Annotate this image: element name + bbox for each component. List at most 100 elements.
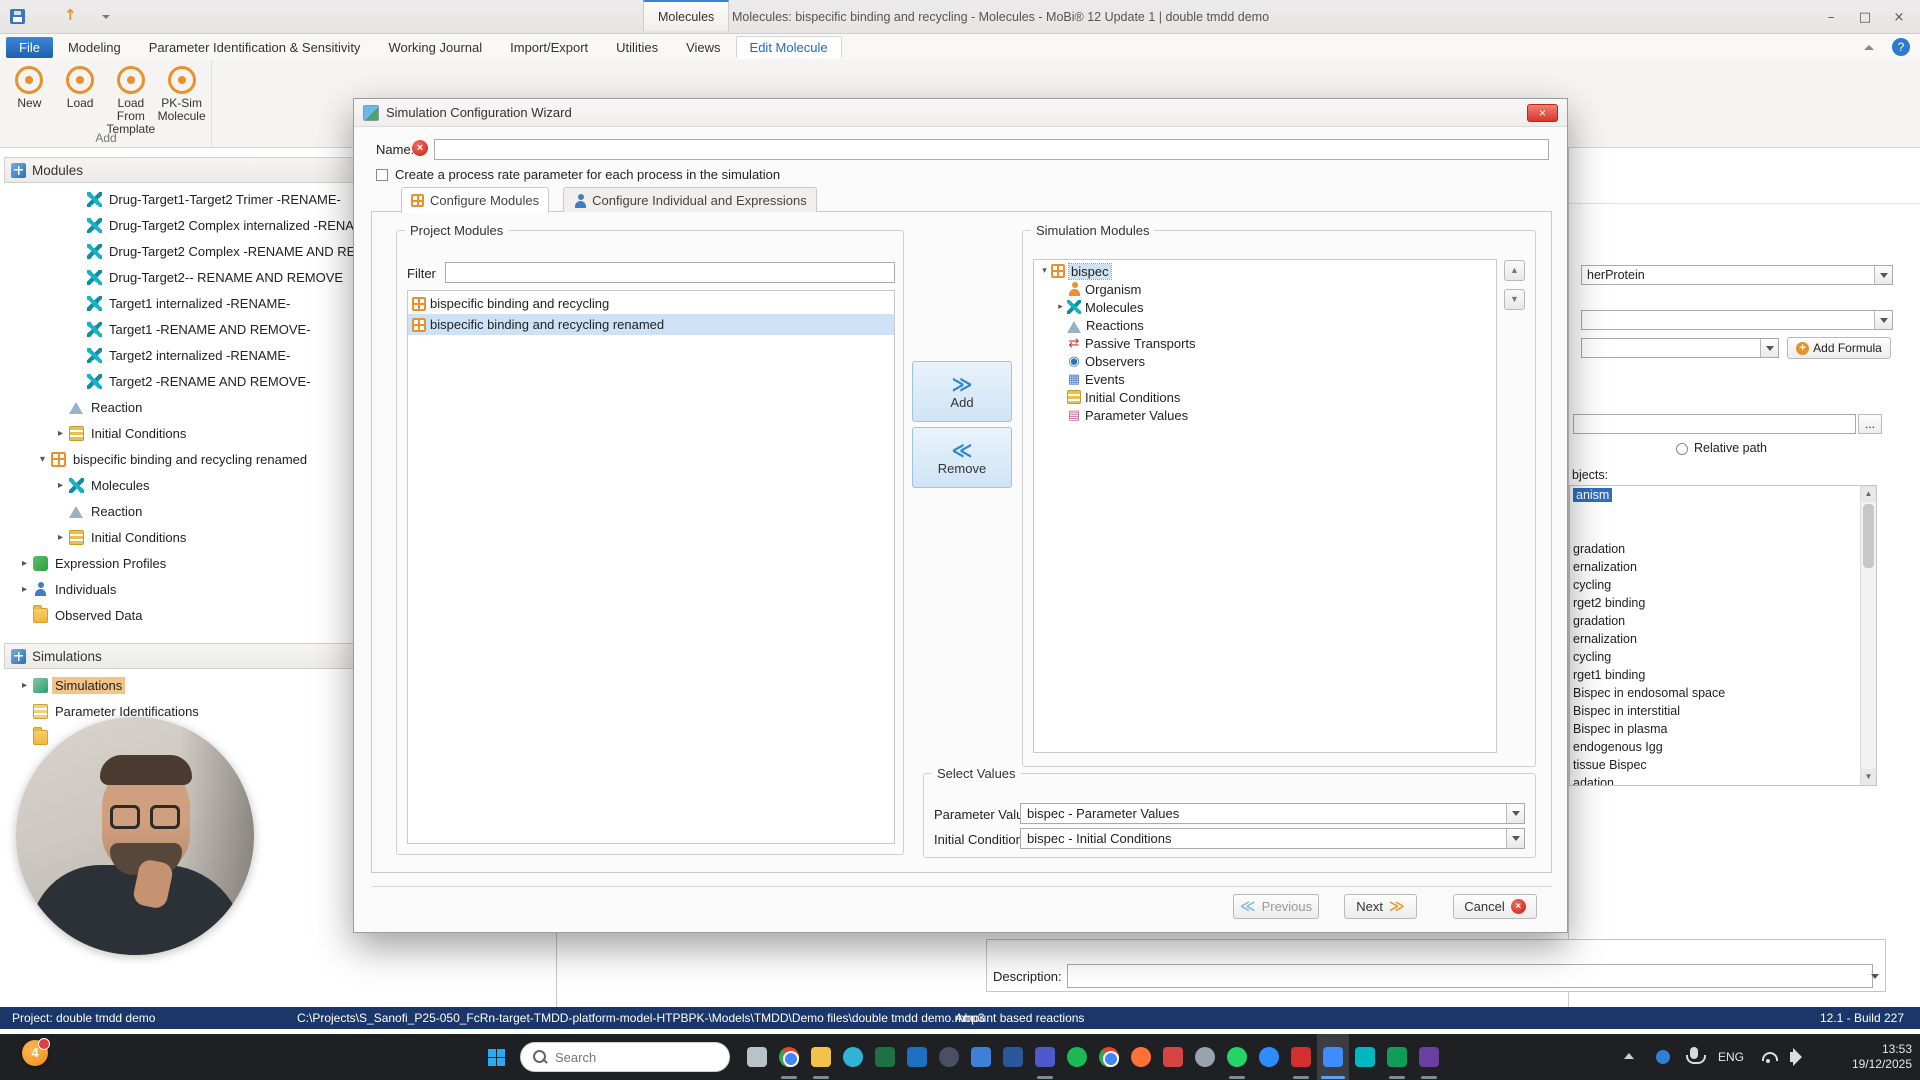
document-tab-molecules[interactable]: Molecules	[643, 0, 729, 31]
object-item-bispec-in-plasma[interactable]: Bispec in plasma	[1570, 720, 1876, 738]
formula-dropdown[interactable]	[1581, 338, 1779, 358]
object-item-ernalization[interactable]: ernalization	[1570, 558, 1876, 576]
windows-start-icon[interactable]	[488, 1049, 505, 1066]
whatsapp-taskbar-button[interactable]	[1221, 1034, 1253, 1080]
object-item-blank[interactable]	[1570, 504, 1876, 522]
scroll-down-icon[interactable]: ▼	[1861, 769, 1876, 785]
word-taskbar-button[interactable]	[997, 1034, 1029, 1080]
chevron-down-icon[interactable]	[1506, 829, 1524, 848]
load-button[interactable]: Load	[55, 66, 106, 110]
purple-app-taskbar-button[interactable]	[1413, 1034, 1445, 1080]
tray-chevron-up-icon[interactable]	[1624, 1053, 1634, 1059]
empty-dropdown[interactable]	[1581, 310, 1893, 330]
menu-tab-working-journal[interactable]: Working Journal	[375, 37, 495, 58]
next-button[interactable]: Next ≫	[1344, 894, 1417, 919]
protein-dropdown[interactable]: herProtein	[1581, 265, 1893, 285]
expander-icon[interactable]: ▸	[52, 480, 69, 491]
filter-input[interactable]	[445, 262, 895, 283]
help-icon[interactable]: ?	[1892, 38, 1910, 56]
project-module-bispecific-binding-and-recycling[interactable]: bispecific binding and recycling	[408, 293, 894, 314]
object-item-ernalization[interactable]: ernalization	[1570, 630, 1876, 648]
sim-module-observers[interactable]: ◉Observers	[1034, 352, 1496, 370]
chevron-down-icon[interactable]	[1874, 266, 1892, 284]
name-input[interactable]	[434, 139, 1549, 160]
menu-tab-import-export[interactable]: Import/Export	[497, 37, 601, 58]
dialog-titlebar[interactable]: Simulation Configuration Wizard	[354, 99, 1567, 127]
object-item-bispec-in-endosomal-space[interactable]: Bispec in endosomal space	[1570, 684, 1876, 702]
dialog-close-button[interactable]: ×	[1527, 104, 1558, 122]
firefox-taskbar-button[interactable]	[1125, 1034, 1157, 1080]
add-formula-button[interactable]: + Add Formula	[1787, 337, 1891, 359]
tab-configure-modules[interactable]: Configure Modules	[401, 187, 549, 213]
previous-button[interactable]: ≪ Previous	[1233, 894, 1319, 919]
sheets-taskbar-button[interactable]	[1381, 1034, 1413, 1080]
chevron-down-icon[interactable]	[1871, 974, 1879, 979]
taskbar-search[interactable]	[520, 1042, 730, 1072]
wifi-icon[interactable]	[1760, 1051, 1776, 1063]
teams-taskbar-button[interactable]	[1029, 1034, 1061, 1080]
edge-taskbar-button[interactable]	[837, 1034, 869, 1080]
initial-conditions-dropdown[interactable]: bispec - Initial Conditions	[1020, 828, 1525, 849]
acrobat-taskbar-button[interactable]	[1285, 1034, 1317, 1080]
project-module-bispecific-binding-and-recycling-renamed[interactable]: bispecific binding and recycling renamed	[408, 314, 894, 335]
expander-icon[interactable]: ▸	[52, 532, 69, 543]
sim-module-events[interactable]: ▦Events	[1034, 370, 1496, 388]
photos-taskbar-button[interactable]	[1349, 1034, 1381, 1080]
add-modules-button[interactable]: ≫ Add	[912, 361, 1012, 422]
todo-taskbar-button[interactable]	[965, 1034, 997, 1080]
cancel-button[interactable]: Cancel ×	[1453, 894, 1537, 919]
outlook-taskbar-button[interactable]	[901, 1034, 933, 1080]
expander-icon[interactable]: ▸	[52, 428, 69, 439]
menu-tab-utilities[interactable]: Utilities	[603, 37, 671, 58]
excel-taskbar-button[interactable]	[869, 1034, 901, 1080]
object-item-rget1-binding[interactable]: rget1 binding	[1570, 666, 1876, 684]
quick-access-caret-icon[interactable]	[102, 15, 110, 19]
object-item-gradation[interactable]: gradation	[1570, 540, 1876, 558]
remove-modules-button[interactable]: ≪ Remove	[912, 427, 1012, 488]
object-item-adation[interactable]: adation	[1570, 774, 1876, 786]
description-input[interactable]	[1067, 964, 1873, 988]
object-item-bispec-in-interstitial[interactable]: Bispec in interstitial	[1570, 702, 1876, 720]
object-item-cycling[interactable]: cycling	[1570, 648, 1876, 666]
chevron-down-icon[interactable]	[1506, 804, 1524, 823]
obs-taskbar-button[interactable]	[933, 1034, 965, 1080]
file-explorer-taskbar-button[interactable]	[805, 1034, 837, 1080]
menu-tab-file[interactable]: File	[6, 37, 53, 58]
parameter-values-dropdown[interactable]: bispec - Parameter Values	[1020, 803, 1525, 824]
path-input[interactable]	[1573, 414, 1856, 434]
sim-module-molecules[interactable]: ▸Molecules	[1034, 298, 1496, 316]
expander-icon[interactable]: ▸	[16, 584, 33, 595]
object-item-tissue-bispec[interactable]: tissue Bispec	[1570, 756, 1876, 774]
expander-icon[interactable]: ▸	[16, 558, 33, 569]
menu-tab-edit-molecule[interactable]: Edit Molecule	[736, 36, 842, 58]
menu-tab-views[interactable]: Views	[673, 37, 733, 58]
spotify-taskbar-button[interactable]	[1061, 1034, 1093, 1080]
tab-configure-individual-and-expressions[interactable]: Configure Individual and Expressions	[563, 187, 817, 212]
microphone-icon[interactable]	[1690, 1047, 1698, 1059]
sim-module-reactions[interactable]: Reactions	[1034, 316, 1496, 334]
capture-taskbar-button[interactable]	[1317, 1034, 1349, 1080]
menu-tab-modeling[interactable]: Modeling	[55, 37, 134, 58]
tray-blue-status-icon[interactable]	[1656, 1050, 1670, 1064]
relative-path-radio[interactable]	[1676, 443, 1688, 455]
new-button[interactable]: New	[4, 66, 55, 110]
chrome-profile-taskbar-button[interactable]	[1093, 1034, 1125, 1080]
scroll-up-icon[interactable]: ▲	[1861, 486, 1876, 502]
save-icon[interactable]	[10, 9, 25, 24]
sim-module-initial-conditions[interactable]: Initial Conditions	[1034, 388, 1496, 406]
language-indicator[interactable]: ENG	[1718, 1050, 1744, 1064]
object-item-cycling[interactable]: cycling	[1570, 576, 1876, 594]
object-item-anism[interactable]: anism	[1570, 486, 1876, 504]
scrollbar-thumb[interactable]	[1863, 504, 1874, 568]
maximize-button[interactable]: □	[1848, 0, 1882, 34]
expander-icon[interactable]: ▾	[1038, 266, 1051, 276]
collapse-ribbon-icon[interactable]	[1864, 45, 1874, 50]
object-item-endogenous-igg[interactable]: endogenous Igg	[1570, 738, 1876, 756]
menu-tab-parameter-identification-sensitivity[interactable]: Parameter Identification & Sensitivity	[136, 37, 374, 58]
object-item-gradation[interactable]: gradation	[1570, 612, 1876, 630]
load-from-template-button[interactable]: Load From Template	[106, 66, 157, 136]
move-down-button[interactable]: ▼	[1504, 289, 1525, 310]
zoom-taskbar-button[interactable]	[1253, 1034, 1285, 1080]
clock[interactable]: 13:53 19/12/2025	[1852, 1042, 1912, 1072]
sim-module-parameter-values[interactable]: ▤Parameter Values	[1034, 406, 1496, 424]
